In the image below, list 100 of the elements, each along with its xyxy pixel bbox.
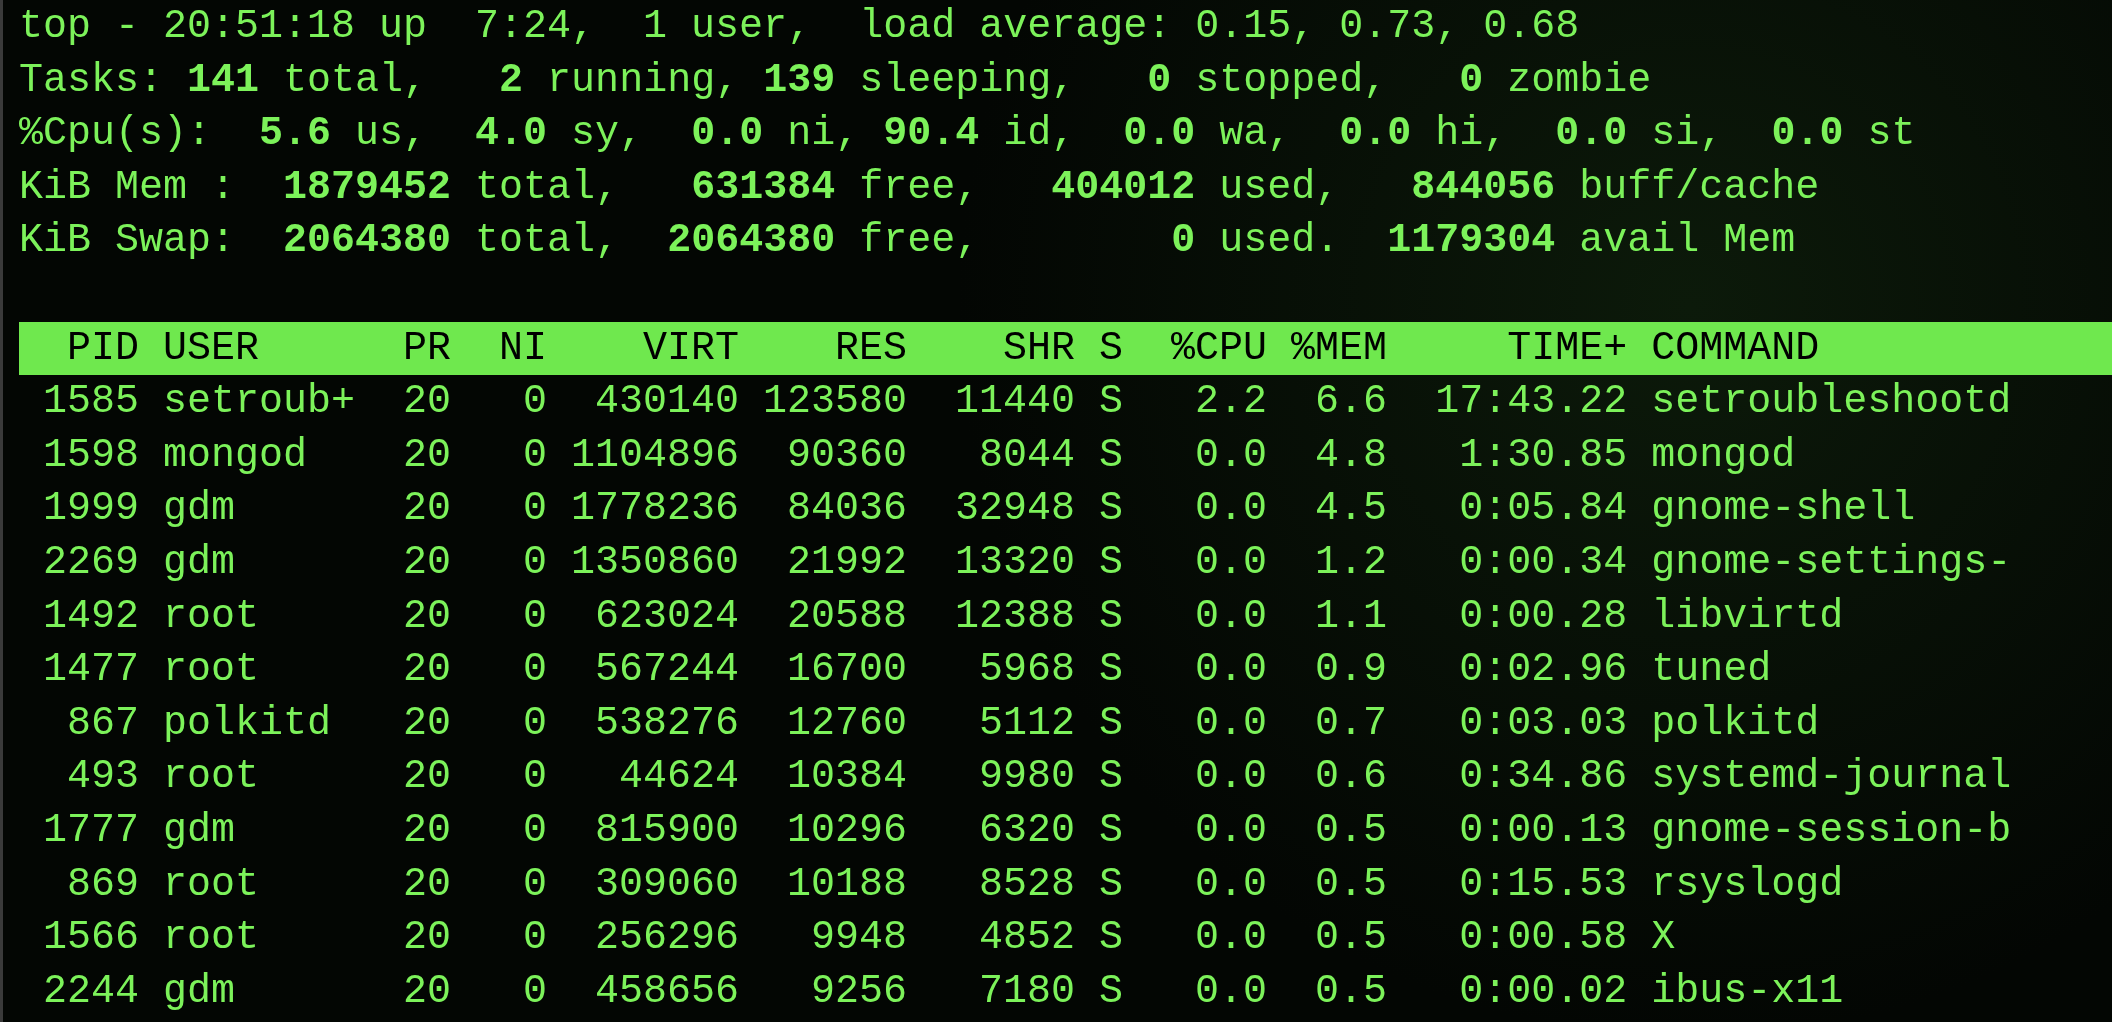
table-cell-text: systemd-journal [1651,753,2012,802]
table-cell-text: 0 [522,646,548,695]
table-cell-text: S [1099,699,1124,748]
table-cell-text: root [163,753,261,802]
table-cell-text: 1.2 [1314,538,1388,587]
column-header: S [1099,324,1124,373]
table-cell-text: 13320 [954,538,1076,587]
table-cell-text: 0.7 [1314,699,1388,748]
table-cell-text: 20 [402,431,452,480]
column-header: PR [402,324,452,373]
table-cell-text: 0 [522,592,548,641]
table-cell-text: 0.0 [1194,699,1268,748]
table-cell-text: root [163,646,261,695]
table-cell-text: 0.0 [1194,592,1268,641]
summary-line: KiB Swap: 2064380 total, 2064380 free, 0 used. 1179304 avail Mem [19,217,1796,266]
table-cell-text: 0.5 [1314,806,1388,855]
table-cell-text: S [1099,646,1124,695]
table-cell-text: 20 [402,860,452,909]
table-cell-text: 1777 [42,806,139,855]
table-cell-text: 0 [522,806,548,855]
table-cell-text: 0.5 [1314,914,1388,963]
table-cell-text: 567244 [594,646,740,695]
table-cell-text: mongod [1651,431,1796,480]
table-cell-text: 4.5 [1314,485,1388,534]
table-cell-text: 0 [522,753,548,802]
table-cell-text: 0.5 [1314,967,1388,1016]
table-cell-text: 0.0 [1194,753,1268,802]
table-cell-text: 0 [522,378,548,427]
table-cell-text: 20 [402,806,452,855]
table-cell-text: 10384 [786,753,908,802]
table-cell-text: 6320 [978,806,1076,855]
table-cell-text: 20 [402,378,452,427]
table-cell-text: 0.9 [1314,646,1388,695]
table-cell-text: libvirtd [1651,592,1844,641]
table-cell-text: gdm [163,967,237,1016]
table-cell-text: S [1099,592,1124,641]
table-cell-text: mongod [163,431,309,480]
table-cell-text: 309060 [594,860,740,909]
table-cell-text: 20 [402,538,452,587]
table-cell-text: rsyslogd [1651,860,1844,909]
table-cell-text: 20 [402,914,452,963]
table-cell-text: root [163,914,261,963]
table-cell-text: 9948 [810,914,908,963]
table-cell-text: 2.2 [1194,378,1268,427]
table-cell-text: 21992 [786,538,908,587]
table-cell-text: 8528 [978,860,1076,909]
table-cell-text: 10296 [786,806,908,855]
table-cell-text: 0:15.53 [1458,860,1628,909]
table-cell-text: 1999 [42,485,139,534]
table-cell-text: 1.1 [1314,592,1388,641]
table-cell-text: 0.0 [1194,538,1268,587]
table-cell-text: 9256 [810,967,908,1016]
table-cell-text: 0:03.03 [1458,699,1628,748]
table-cell-text: root [163,860,261,909]
table-cell-text: 1104896 [571,431,740,480]
table-cell-text: 623024 [594,592,740,641]
table-cell-text: 0:00.58 [1458,914,1628,963]
column-header: PID [66,324,139,373]
table-cell-text: gdm [163,538,237,587]
table-cell-text: 0.0 [1194,431,1268,480]
table-cell-text: 9980 [978,753,1076,802]
table-cell-text: gnome-session-b [1651,806,2012,855]
table-cell-text: 0.0 [1194,646,1268,695]
table-cell-text: 1:30.85 [1458,431,1628,480]
table-cell-text: S [1099,538,1124,587]
table-cell-text: 5968 [978,646,1076,695]
table-cell-text: 1585 [42,378,139,427]
column-header: %CPU [1170,324,1268,373]
table-cell-text: S [1099,485,1124,534]
table-cell-text: 1477 [42,646,139,695]
table-cell-text: 8044 [978,431,1076,480]
table-cell-text: 256296 [594,914,740,963]
table-cell-text: 0 [522,431,548,480]
column-header: SHR [1002,324,1076,373]
table-cell-text: 16700 [786,646,908,695]
column-header: RES [834,324,908,373]
table-cell-text: S [1099,860,1124,909]
summary-line: KiB Mem : 1879452 total, 631384 free, 404012 used, 844056 buff/cache [19,163,1820,212]
table-cell-text: 0 [522,538,548,587]
table-cell-text: gdm [163,485,237,534]
table-cell-text: 1350860 [571,538,740,587]
table-cell-text: 5112 [978,699,1076,748]
table-cell-text: 0:05.84 [1458,485,1628,534]
table-cell-text: 0.0 [1194,914,1268,963]
table-cell-text: 0 [522,967,548,1016]
table-cell-text: 123580 [763,378,908,427]
table-cell-text: root [163,592,261,641]
table-cell-text: 0:00.28 [1458,592,1628,641]
table-cell-text: setroubleshootd [1651,378,2012,427]
table-cell-text: 17:43.22 [1434,378,1628,427]
table-cell-text: 0.0 [1194,806,1268,855]
table-cell-text: 20 [402,699,452,748]
table-cell-text: 0:00.34 [1458,538,1628,587]
table-cell-text: 0.5 [1314,860,1388,909]
table-cell-text: 0:34.86 [1458,753,1628,802]
column-header: USER [163,324,261,373]
table-cell-text: 32948 [954,485,1076,534]
table-cell-text: polkitd [1651,699,1820,748]
column-header: TIME+ [1506,324,1628,373]
table-cell-text: 0.0 [1194,967,1268,1016]
